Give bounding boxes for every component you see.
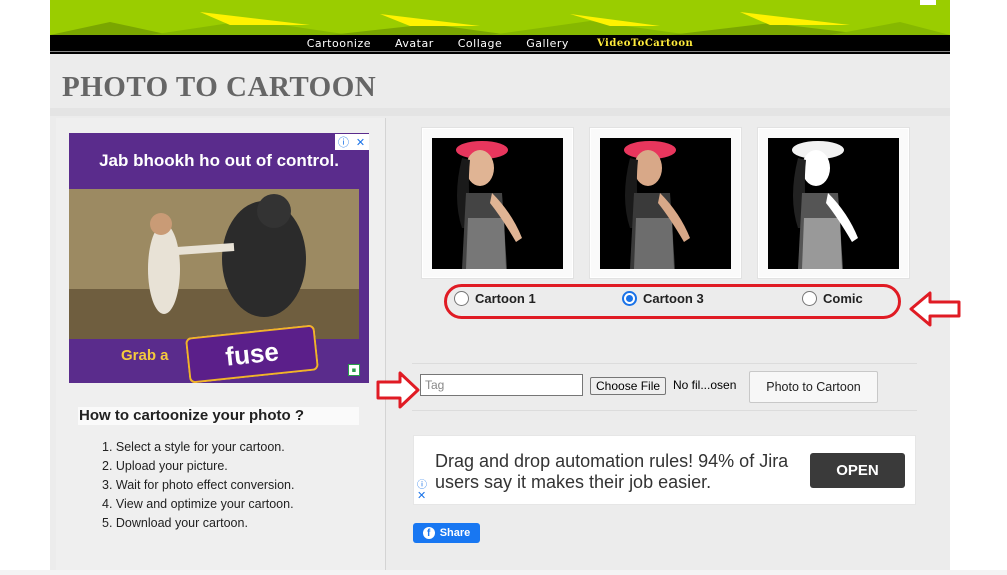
main-panel: Cartoon 1 Cartoon 3 Comic Choose File No…: [386, 118, 943, 575]
nav-divider: [50, 51, 950, 52]
ad-cta: Grab a: [121, 347, 169, 364]
page: Cartoonize Avatar Collage Gallery VideoT…: [50, 0, 950, 575]
radio-button[interactable]: [454, 291, 469, 306]
ad-close-icon[interactable]: ✕: [417, 489, 426, 502]
bottom-edge: [0, 570, 1007, 575]
sidebar: ⓘ ✕ Jab bhookh ho out of control. Grab a…: [56, 118, 386, 575]
radio-cartoon-1[interactable]: Cartoon 1: [454, 291, 536, 306]
radio-button[interactable]: [802, 291, 817, 306]
howto-title: How to cartoonize your photo ?: [78, 407, 359, 425]
ad-info-icon[interactable]: ⓘ: [335, 134, 352, 150]
style-radio-group: Cartoon 1 Cartoon 3 Comic: [444, 291, 896, 309]
preview-cartoon-3[interactable]: [590, 128, 741, 278]
step-item: 4. View and optimize your cartoon.: [102, 497, 294, 511]
file-status: No fil...osen: [673, 378, 737, 392]
left-gutter: [0, 0, 50, 575]
ad-badge-icon: ▪: [348, 364, 360, 376]
radio-label: Comic: [823, 291, 863, 306]
nav-gallery[interactable]: Gallery: [526, 37, 569, 50]
sidebar-ad[interactable]: ⓘ ✕ Jab bhookh ho out of control. Grab a…: [69, 133, 369, 383]
banner-ad-open-button[interactable]: OPEN: [810, 453, 905, 488]
photo-to-cartoon-button[interactable]: Photo to Cartoon: [749, 371, 878, 403]
radio-comic[interactable]: Comic: [802, 291, 863, 306]
left-arrow-icon: [909, 291, 961, 327]
radio-button-checked[interactable]: [622, 291, 637, 306]
banner-corner: [920, 0, 936, 5]
ad-headline: Jab bhookh ho out of control.: [99, 151, 339, 170]
style-previews: [422, 128, 912, 278]
preview-comic[interactable]: [758, 128, 909, 278]
step-item: 1. Select a style for your cartoon.: [102, 440, 285, 454]
right-arrow-icon: [376, 371, 420, 409]
divider: [412, 363, 917, 364]
header-banner: [50, 0, 950, 35]
howto-steps: 1. Select a style for your cartoon. 2. U…: [102, 440, 294, 535]
facebook-share-button[interactable]: f Share: [413, 523, 480, 543]
choose-file-button[interactable]: Choose File: [590, 377, 667, 395]
ad-choices[interactable]: ⓘ ✕: [335, 134, 369, 150]
banner-ad[interactable]: Drag and drop automation rules! 94% of J…: [413, 435, 916, 505]
nav-video-to-cartoon[interactable]: VideoToCartoon: [597, 38, 693, 49]
ad-photo: [69, 189, 359, 339]
facebook-icon: f: [422, 527, 435, 539]
nav-collage[interactable]: Collage: [458, 37, 503, 50]
banner-ad-text: Drag and drop automation rules! 94% of J…: [435, 451, 789, 492]
share-label: Share: [439, 527, 471, 539]
nav-cartoonize[interactable]: Cartoonize: [307, 37, 371, 50]
nav-avatar[interactable]: Avatar: [395, 37, 434, 50]
step-item: 3. Wait for photo effect conversion.: [102, 478, 295, 492]
ad-close-icon[interactable]: ✕: [352, 134, 369, 150]
radio-label: Cartoon 1: [475, 291, 536, 306]
preview-cartoon-1[interactable]: [422, 128, 573, 278]
tag-input[interactable]: [420, 374, 583, 396]
right-gutter: [950, 0, 1007, 575]
step-item: 5. Download your cartoon.: [102, 516, 248, 530]
page-title: PHOTO TO CARTOON: [62, 71, 377, 103]
banner-pattern: [50, 12, 950, 35]
title-strip: [50, 108, 950, 116]
step-item: 2. Upload your picture.: [102, 459, 228, 473]
radio-cartoon-3[interactable]: Cartoon 3: [622, 291, 704, 306]
divider: [412, 410, 917, 411]
radio-label: Cartoon 3: [643, 291, 704, 306]
